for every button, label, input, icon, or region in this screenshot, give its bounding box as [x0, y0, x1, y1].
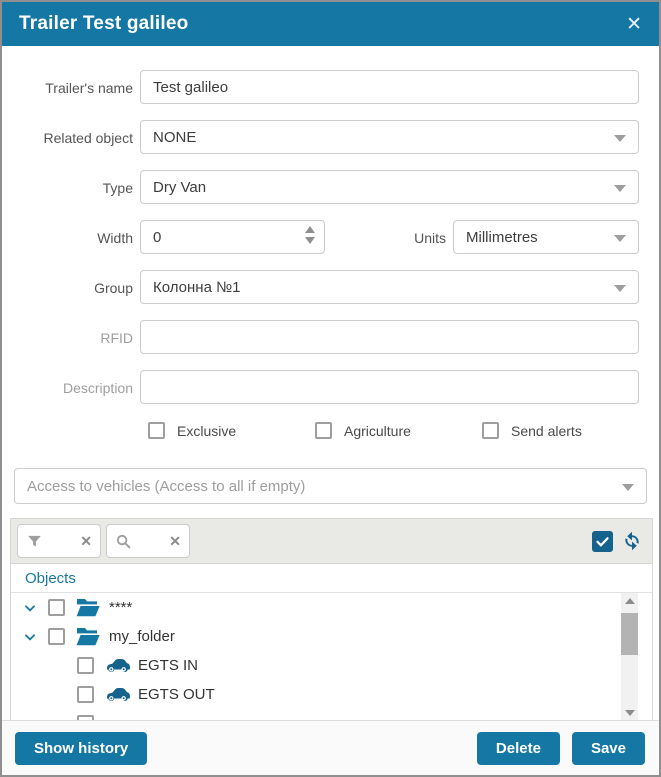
type-row: Type Dry Van [2, 170, 639, 204]
group-label: Group [94, 280, 133, 296]
scroll-up-icon[interactable] [621, 593, 638, 609]
search-icon [116, 534, 131, 549]
description-input[interactable] [140, 370, 639, 404]
related-object-row: Related object NONE [2, 120, 639, 154]
rfid-input[interactable] [140, 320, 639, 354]
filter-clear-icon[interactable]: ✕ [80, 533, 92, 550]
folder-open-icon [76, 627, 101, 646]
dialog-title: Trailer Test galileo [19, 13, 189, 34]
tree-label: **** [109, 599, 133, 616]
dialog-header: Trailer Test galileo ✕ [2, 2, 659, 46]
units-value: Millimetres [466, 228, 538, 246]
group-select[interactable]: Колонна №1 [140, 270, 639, 304]
trailers-name-row: Trailer's name Test galileo [2, 70, 639, 104]
access-to-vehicles-select[interactable]: Access to vehicles (Access to all if emp… [14, 468, 647, 504]
tree-label: EGTS OUT [138, 686, 215, 703]
chevron-down-icon [622, 484, 634, 491]
chevron-down-icon [614, 235, 626, 242]
dialog-footer: Show history Delete Save [2, 720, 659, 775]
send-alerts-checkbox[interactable] [482, 422, 499, 439]
stepper-down-icon[interactable] [305, 237, 315, 244]
check-icon [596, 536, 609, 547]
type-label: Type [102, 180, 133, 196]
vehicles-panel: ✕ ✕ Objects **** my_folder EGTS IN EGTS … [10, 518, 653, 720]
search-input[interactable]: ✕ [106, 524, 190, 558]
expand-chevron-icon[interactable] [23, 630, 39, 644]
tree-checkbox[interactable] [77, 657, 94, 674]
chevron-down-icon [614, 285, 626, 292]
expand-chevron-icon[interactable] [23, 601, 39, 615]
width-label: Width [97, 230, 133, 246]
show-history-button[interactable]: Show history [15, 731, 148, 765]
send-alerts-label: Send alerts [511, 422, 582, 439]
scrollbar-thumb[interactable] [621, 613, 638, 655]
units-label: Units [414, 230, 446, 246]
send-alerts-checkbox-group: Send alerts [482, 422, 649, 439]
width-units-row: Width 0 Units Millimetres [2, 220, 639, 254]
tree-scrollbar[interactable] [621, 593, 638, 720]
type-value: Dry Van [153, 178, 207, 196]
chevron-down-icon [614, 185, 626, 192]
group-row: Group Колонна №1 [2, 270, 639, 304]
vehicle-icon [105, 658, 130, 673]
tree-label: my_folder [109, 628, 175, 645]
delete-button[interactable]: Delete [476, 731, 560, 765]
width-input[interactable]: 0 [140, 220, 325, 254]
units-select[interactable]: Millimetres [453, 220, 639, 254]
tree-row-egts-in[interactable]: EGTS IN [11, 651, 652, 680]
related-object-select[interactable]: NONE [140, 120, 639, 154]
trailers-name-input[interactable]: Test galileo [140, 70, 639, 104]
tree-row-egts-out[interactable]: EGTS OUT [11, 680, 652, 709]
trailer-dialog: Trailer Test galileo ✕ Trailer's name Te… [0, 0, 661, 777]
search-clear-icon[interactable]: ✕ [169, 533, 181, 550]
tree-row-my-folder[interactable]: my_folder [11, 622, 652, 651]
tree-checkbox[interactable] [77, 686, 94, 703]
filter-input[interactable]: ✕ [17, 524, 101, 558]
rfid-label: RFID [100, 330, 133, 346]
select-all-checkbox[interactable] [592, 530, 613, 552]
access-placeholder: Access to vehicles (Access to all if emp… [27, 477, 306, 495]
width-value: 0 [153, 228, 162, 246]
access-to-vehicles-row: Access to vehicles (Access to all if emp… [14, 468, 647, 504]
trailers-name-value: Test galileo [153, 78, 229, 96]
tree-checkbox[interactable] [77, 715, 94, 720]
filter-icon [28, 535, 41, 546]
agriculture-checkbox-group: Agriculture [315, 422, 482, 439]
description-row: Description [2, 370, 639, 404]
rfid-row: RFID [2, 320, 639, 354]
exclusive-checkbox[interactable] [148, 422, 165, 439]
trailers-name-label: Trailer's name [45, 80, 133, 96]
refresh-icon[interactable] [620, 529, 644, 553]
related-object-value: NONE [153, 128, 197, 146]
tree-row-root-folder[interactable]: **** [11, 593, 652, 622]
dialog-body: Trailer's name Test galileo Related obje… [2, 46, 659, 720]
tree-row-partial[interactable] [11, 709, 652, 720]
tree-label: EGTS IN [138, 657, 199, 674]
objects-tree: **** my_folder EGTS IN EGTS OUT [11, 592, 652, 720]
flags-row: Exclusive Agriculture Send alerts [148, 422, 659, 439]
vehicles-toolbar: ✕ ✕ [11, 519, 652, 563]
exclusive-checkbox-group: Exclusive [148, 422, 315, 439]
objects-column-header: Objects [11, 563, 652, 592]
folder-open-icon [76, 598, 101, 617]
type-select[interactable]: Dry Van [140, 170, 639, 204]
stepper-up-icon[interactable] [305, 226, 315, 233]
tree-checkbox[interactable] [48, 599, 65, 616]
exclusive-label: Exclusive [177, 422, 237, 439]
related-object-label: Related object [43, 130, 133, 146]
group-value: Колонна №1 [153, 278, 241, 296]
chevron-down-icon [614, 135, 626, 142]
scroll-down-icon[interactable] [621, 705, 638, 720]
agriculture-label: Agriculture [344, 422, 411, 439]
agriculture-checkbox[interactable] [315, 422, 332, 439]
vehicle-icon [105, 687, 130, 702]
description-label: Description [62, 380, 133, 396]
close-icon[interactable]: ✕ [626, 15, 642, 34]
save-button[interactable]: Save [571, 731, 645, 765]
tree-checkbox[interactable] [48, 628, 65, 645]
quantity-stepper[interactable] [305, 226, 315, 244]
